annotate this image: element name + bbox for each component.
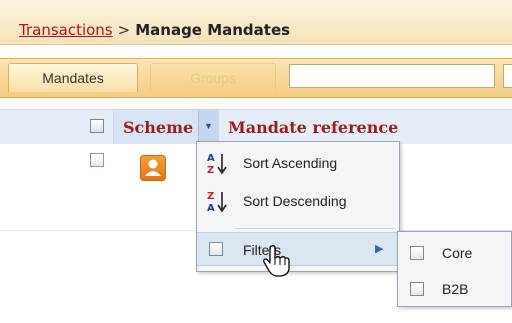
search-input[interactable] (289, 64, 495, 88)
tab-groups[interactable]: Groups (150, 63, 276, 92)
grid-header: Scheme ▼ Mandate reference (0, 109, 512, 145)
submenu-arrow-icon: ▶ (375, 243, 384, 255)
chevron-down-icon: ▼ (204, 121, 213, 131)
tab-bar: Mandates Groups (0, 58, 512, 98)
menu-item-label: Sort Ascending (243, 155, 338, 171)
column-header-mandate-reference[interactable]: Mandate reference (228, 118, 398, 137)
breadcrumb-separator: > (117, 21, 131, 39)
svg-text:Z: Z (207, 165, 214, 176)
menu-divider (235, 228, 395, 229)
column-menu-button[interactable]: ▼ (198, 110, 219, 144)
filter-submenu: Core B2B (397, 231, 512, 307)
sort-ascending-icon: A Z (207, 153, 227, 176)
row-checkbox[interactable] (90, 153, 104, 167)
select-all-checkbox[interactable] (90, 119, 104, 133)
filter-option-label: B2B (442, 281, 469, 297)
breadcrumb: Transactions > Manage Mandates (19, 21, 290, 39)
svg-text:A: A (207, 153, 215, 164)
breadcrumb-bar: Transactions > Manage Mandates (0, 0, 512, 45)
filter-option-b2b[interactable]: B2B (398, 272, 511, 308)
person-icon (140, 155, 166, 181)
menu-item-sort-ascending[interactable]: A Z Sort Ascending (197, 146, 399, 182)
filter-b2b-checkbox[interactable] (410, 282, 424, 296)
filters-checkbox[interactable] (209, 242, 223, 256)
svg-text:A: A (207, 203, 215, 214)
column-menu: A Z Sort Ascending Z A Sort Descending F… (196, 141, 400, 272)
menu-item-sort-descending[interactable]: Z A Sort Descending (197, 184, 399, 220)
filter-option-label: Core (442, 245, 473, 261)
tab-mandates[interactable]: Mandates (8, 63, 138, 92)
search-button[interactable] (503, 64, 512, 88)
filter-option-core[interactable]: Core (398, 236, 511, 272)
page-title: Manage Mandates (135, 21, 291, 39)
svg-text:Z: Z (207, 191, 214, 202)
breadcrumb-link-transactions[interactable]: Transactions (19, 21, 113, 39)
filter-core-checkbox[interactable] (410, 246, 424, 260)
hand-cursor-icon (263, 245, 290, 277)
sort-descending-icon: Z A (207, 191, 227, 214)
column-header-scheme[interactable]: Scheme (114, 110, 198, 144)
menu-item-label: Sort Descending (243, 193, 347, 209)
menu-item-filters[interactable]: Filters ▶ (197, 232, 399, 266)
column-header-scheme-label: Scheme (123, 118, 194, 137)
